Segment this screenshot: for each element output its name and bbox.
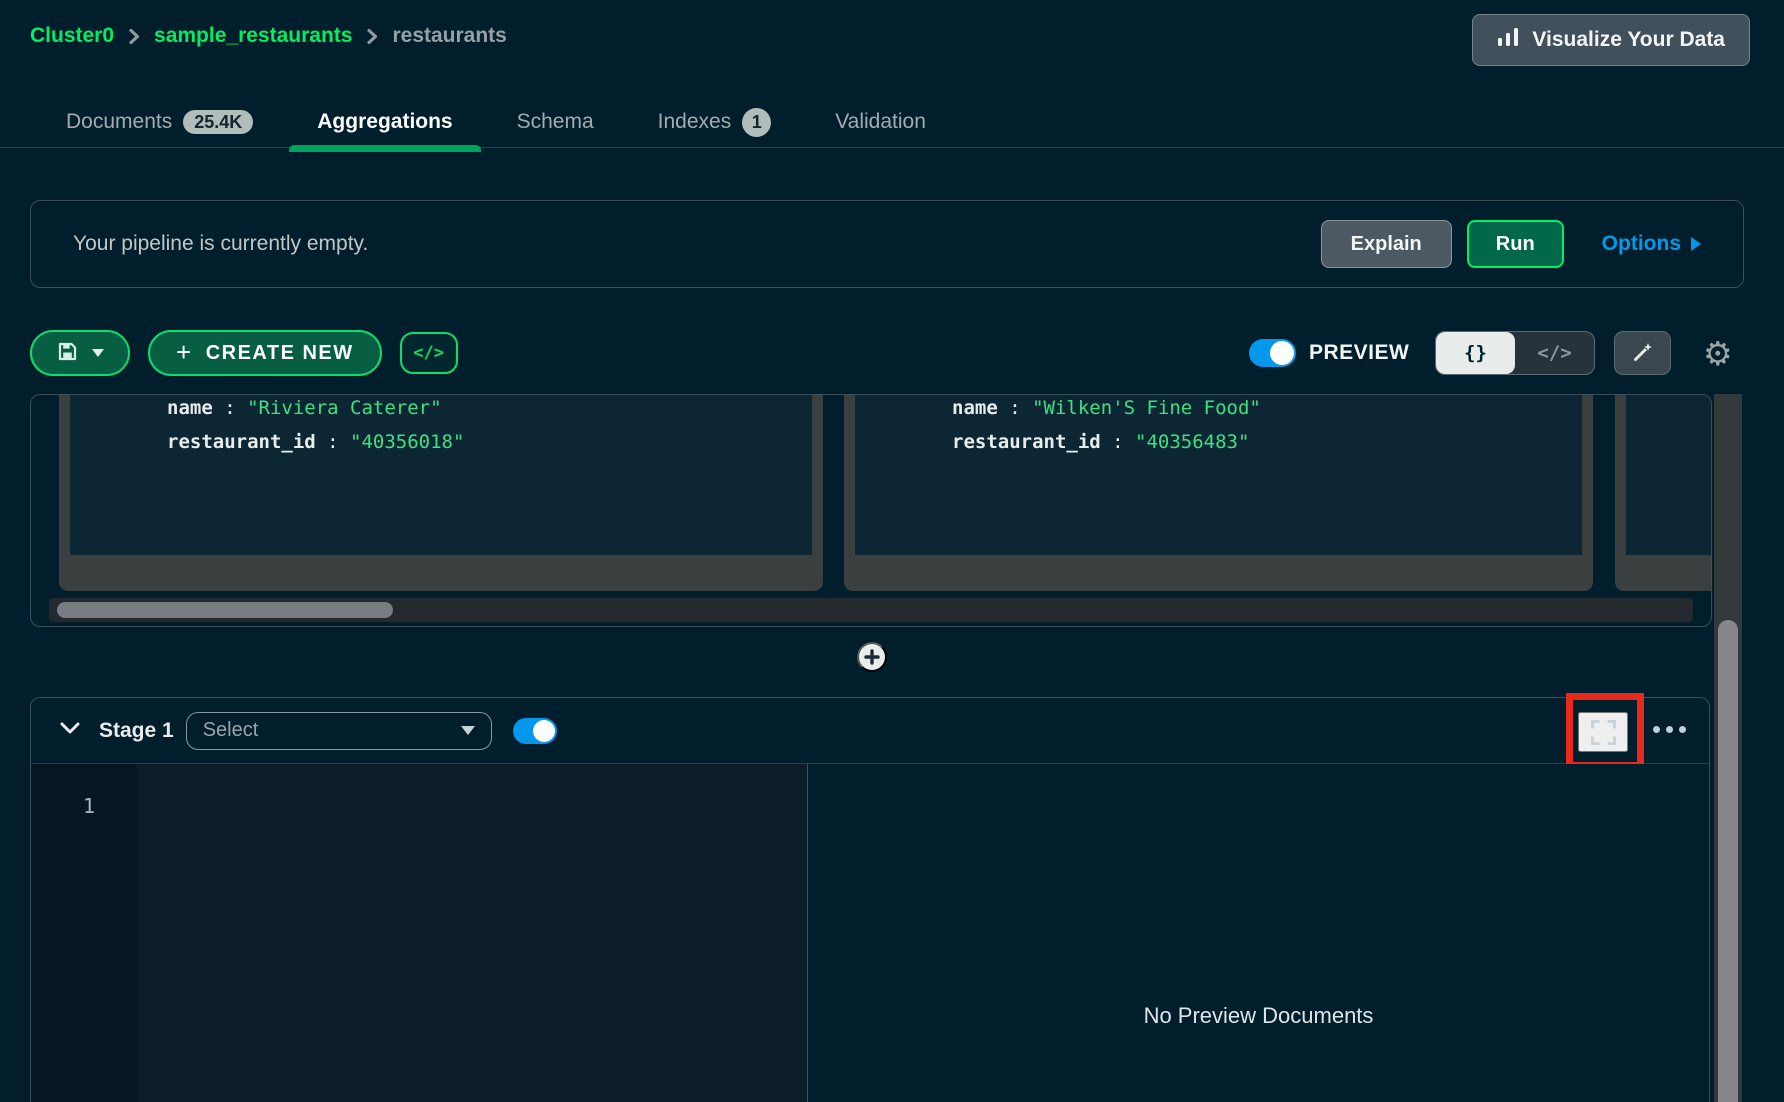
document-card-content: gradesArray (4) name"Riviera Caterer" re… [70, 394, 812, 555]
create-new-button[interactable]: + CREATE NEW [148, 330, 382, 376]
stage-output-pane: No Preview Documents [808, 764, 1709, 1102]
triangle-right-icon [1691, 237, 1701, 251]
text-view-segment[interactable]: </> [1515, 332, 1594, 374]
bar-chart-icon [1497, 27, 1519, 53]
pipeline-toolbar-right: PREVIEW {} </> ⚙ [1249, 330, 1737, 376]
document-card-content [1626, 394, 1712, 555]
field-value: "Wilken'S Fine Food" [1032, 397, 1261, 419]
page-vertical-scrollbar [1714, 394, 1742, 1102]
horizontal-scrollbar-thumb[interactable] [57, 602, 393, 618]
line-number: 1 [31, 794, 95, 818]
document-card: gradesArray (6) name"Wilken'S Fine Food"… [844, 394, 1593, 591]
field-key: name [952, 397, 1032, 419]
breadcrumb-collection: restaurants [392, 24, 506, 48]
field-value: "40356018" [350, 431, 464, 453]
run-button[interactable]: Run [1467, 220, 1564, 268]
no-preview-message: No Preview Documents [808, 1003, 1709, 1029]
tab-documents[interactable]: Documents 25.4K [62, 96, 257, 148]
preview-toggle[interactable] [1249, 339, 1296, 367]
breadcrumb-cluster[interactable]: Cluster0 [30, 24, 114, 48]
pipeline-status-panel: Your pipeline is currently empty. Explai… [30, 200, 1744, 288]
toggle-knob [1270, 341, 1294, 365]
editor-code-area[interactable] [137, 764, 807, 1102]
field-row-restaurant-id: restaurant_id"40356018" [70, 425, 812, 459]
pipeline-empty-message: Your pipeline is currently empty. [73, 232, 1321, 256]
tab-label: Schema [517, 110, 594, 134]
field-key: name [167, 397, 247, 419]
stage-editor: 1 [31, 764, 808, 1102]
chevron-right-icon [366, 28, 378, 45]
stage-fullscreen-button[interactable] [1578, 712, 1628, 752]
field-key: restaurant_id [167, 431, 350, 453]
toggle-knob [533, 720, 555, 742]
output-view-segmented-control: {} </> [1435, 331, 1595, 375]
tab-aggregations[interactable]: Aggregations [313, 96, 456, 148]
aggregations-page: { "breadcrumb": { "cluster": "Cluster0",… [0, 0, 1784, 1102]
document-card: gradesArray (4) name"Riviera Caterer" re… [59, 394, 823, 591]
pipeline-toolbar-left: + CREATE NEW </> [30, 330, 458, 376]
add-stage-button[interactable] [857, 642, 887, 672]
field-value: "40356483" [1135, 431, 1249, 453]
collapse-chevron-icon[interactable] [59, 721, 81, 740]
field-value: "Riviera Caterer" [247, 397, 441, 419]
dot [1653, 726, 1660, 733]
chevron-right-icon [128, 28, 140, 45]
collection-tabs-bar: Documents 25.4K Aggregations Schema Inde… [0, 96, 1784, 148]
document-card-partial [1615, 394, 1712, 591]
stage-header: Stage 1 Select [31, 698, 1709, 764]
stage-more-options-button[interactable] [1653, 726, 1686, 733]
options-toggle[interactable]: Options [1602, 232, 1701, 256]
settings-gear-icon[interactable]: ⚙ [1703, 337, 1737, 370]
dot [1666, 726, 1673, 733]
dot [1679, 726, 1686, 733]
visualize-your-data-button[interactable]: Visualize Your Data [1472, 14, 1750, 66]
preview-label: PREVIEW [1309, 341, 1419, 365]
document-view-segment[interactable]: {} [1436, 332, 1515, 374]
code-icon: </> [1537, 342, 1571, 364]
stage-1-card: Stage 1 Select 1 No Preview Do [30, 697, 1710, 1102]
document-card-content: gradesArray (6) name"Wilken'S Fine Food"… [855, 394, 1582, 555]
code-icon: </> [413, 343, 444, 363]
options-label: Options [1602, 232, 1681, 256]
tab-label: Documents [66, 110, 172, 134]
tab-indexes[interactable]: Indexes 1 [654, 96, 776, 148]
vertical-scrollbar-thumb[interactable] [1718, 620, 1738, 1102]
pipeline-as-text-button[interactable]: </> [400, 332, 458, 374]
ai-wand-button[interactable] [1614, 331, 1671, 375]
visualize-button-label: Visualize Your Data [1532, 28, 1725, 52]
breadcrumb: Cluster0 sample_restaurants restaurants [30, 24, 507, 48]
save-pipeline-split-button[interactable] [30, 330, 130, 376]
save-icon [57, 341, 78, 365]
breadcrumb-database[interactable]: sample_restaurants [154, 24, 352, 48]
plus-icon: + [176, 339, 193, 365]
indexes-count-badge: 1 [742, 108, 771, 137]
tab-label: Indexes [658, 110, 732, 134]
stage-body: 1 No Preview Documents [31, 764, 1709, 1102]
field-row-restaurant-id: restaurant_id"40356483" [855, 425, 1582, 459]
preview-horizontal-scrollbar [49, 598, 1693, 622]
chevron-down-icon [92, 349, 104, 357]
field-key: restaurant_id [952, 431, 1135, 453]
chevron-down-icon [461, 726, 475, 735]
fullscreen-icon [1590, 719, 1617, 746]
stage-enabled-toggle[interactable] [513, 718, 557, 744]
stage-operator-select[interactable]: Select [186, 712, 492, 750]
stage-title: Stage 1 [99, 719, 174, 743]
field-row-name: name"Wilken'S Fine Food" [855, 394, 1582, 425]
select-placeholder: Select [203, 719, 461, 742]
plus-icon [864, 649, 880, 665]
documents-count-badge: 25.4K [183, 110, 253, 134]
tab-label: Aggregations [317, 110, 452, 134]
tab-schema[interactable]: Schema [513, 96, 598, 148]
editor-gutter: 1 [31, 764, 137, 1102]
pipeline-preview-panel: gradesArray (4) name"Riviera Caterer" re… [30, 394, 1712, 627]
magic-wand-icon [1631, 340, 1655, 367]
create-new-label: CREATE NEW [206, 342, 354, 365]
tab-validation[interactable]: Validation [831, 96, 930, 148]
tab-label: Validation [835, 110, 926, 134]
braces-icon: {} [1464, 342, 1487, 364]
explain-button[interactable]: Explain [1321, 220, 1452, 268]
field-row-name: name"Riviera Caterer" [70, 394, 812, 425]
